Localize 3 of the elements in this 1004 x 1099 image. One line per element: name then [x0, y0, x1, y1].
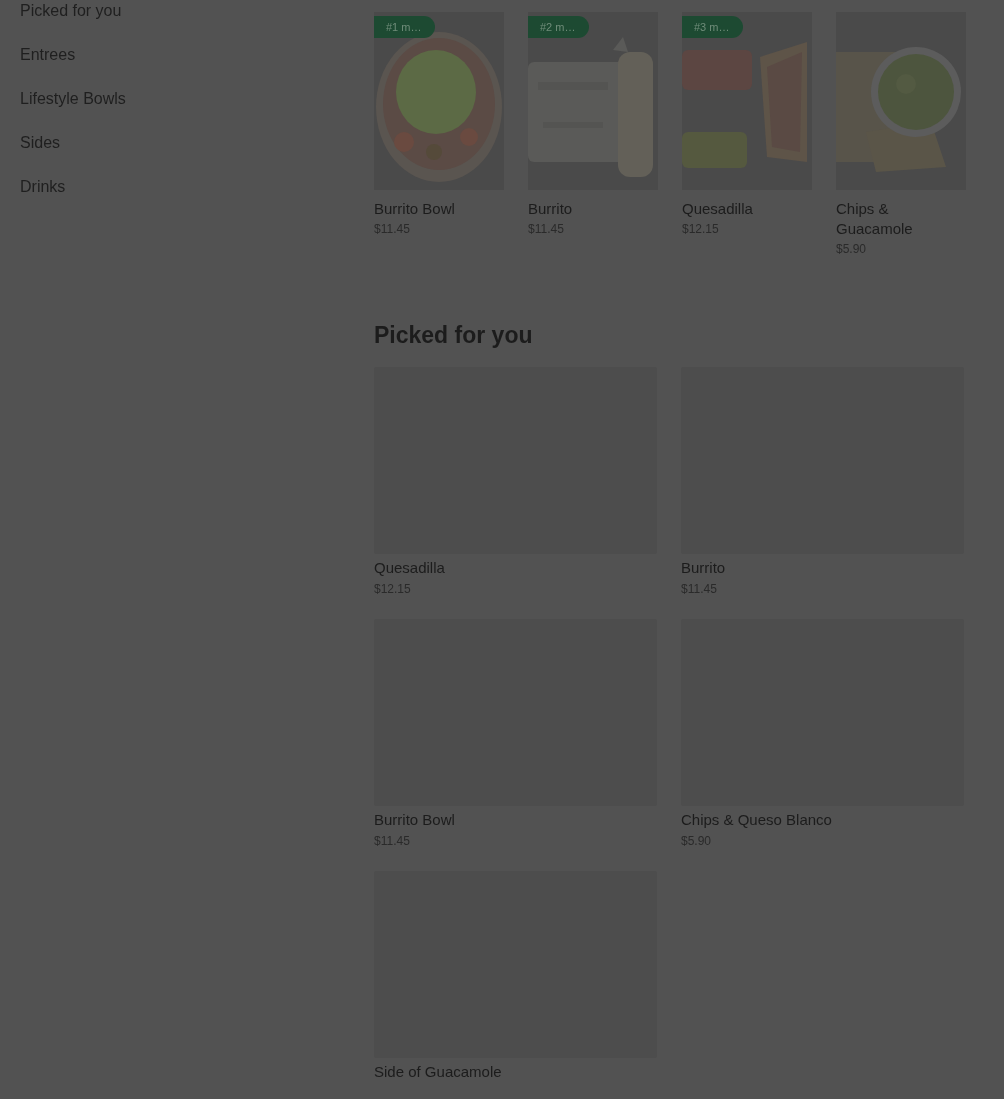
rank-badge: #1 m…: [374, 16, 436, 38]
rank-badge: #3 m…: [682, 16, 744, 38]
rank-badge: #2 m…: [528, 16, 590, 38]
